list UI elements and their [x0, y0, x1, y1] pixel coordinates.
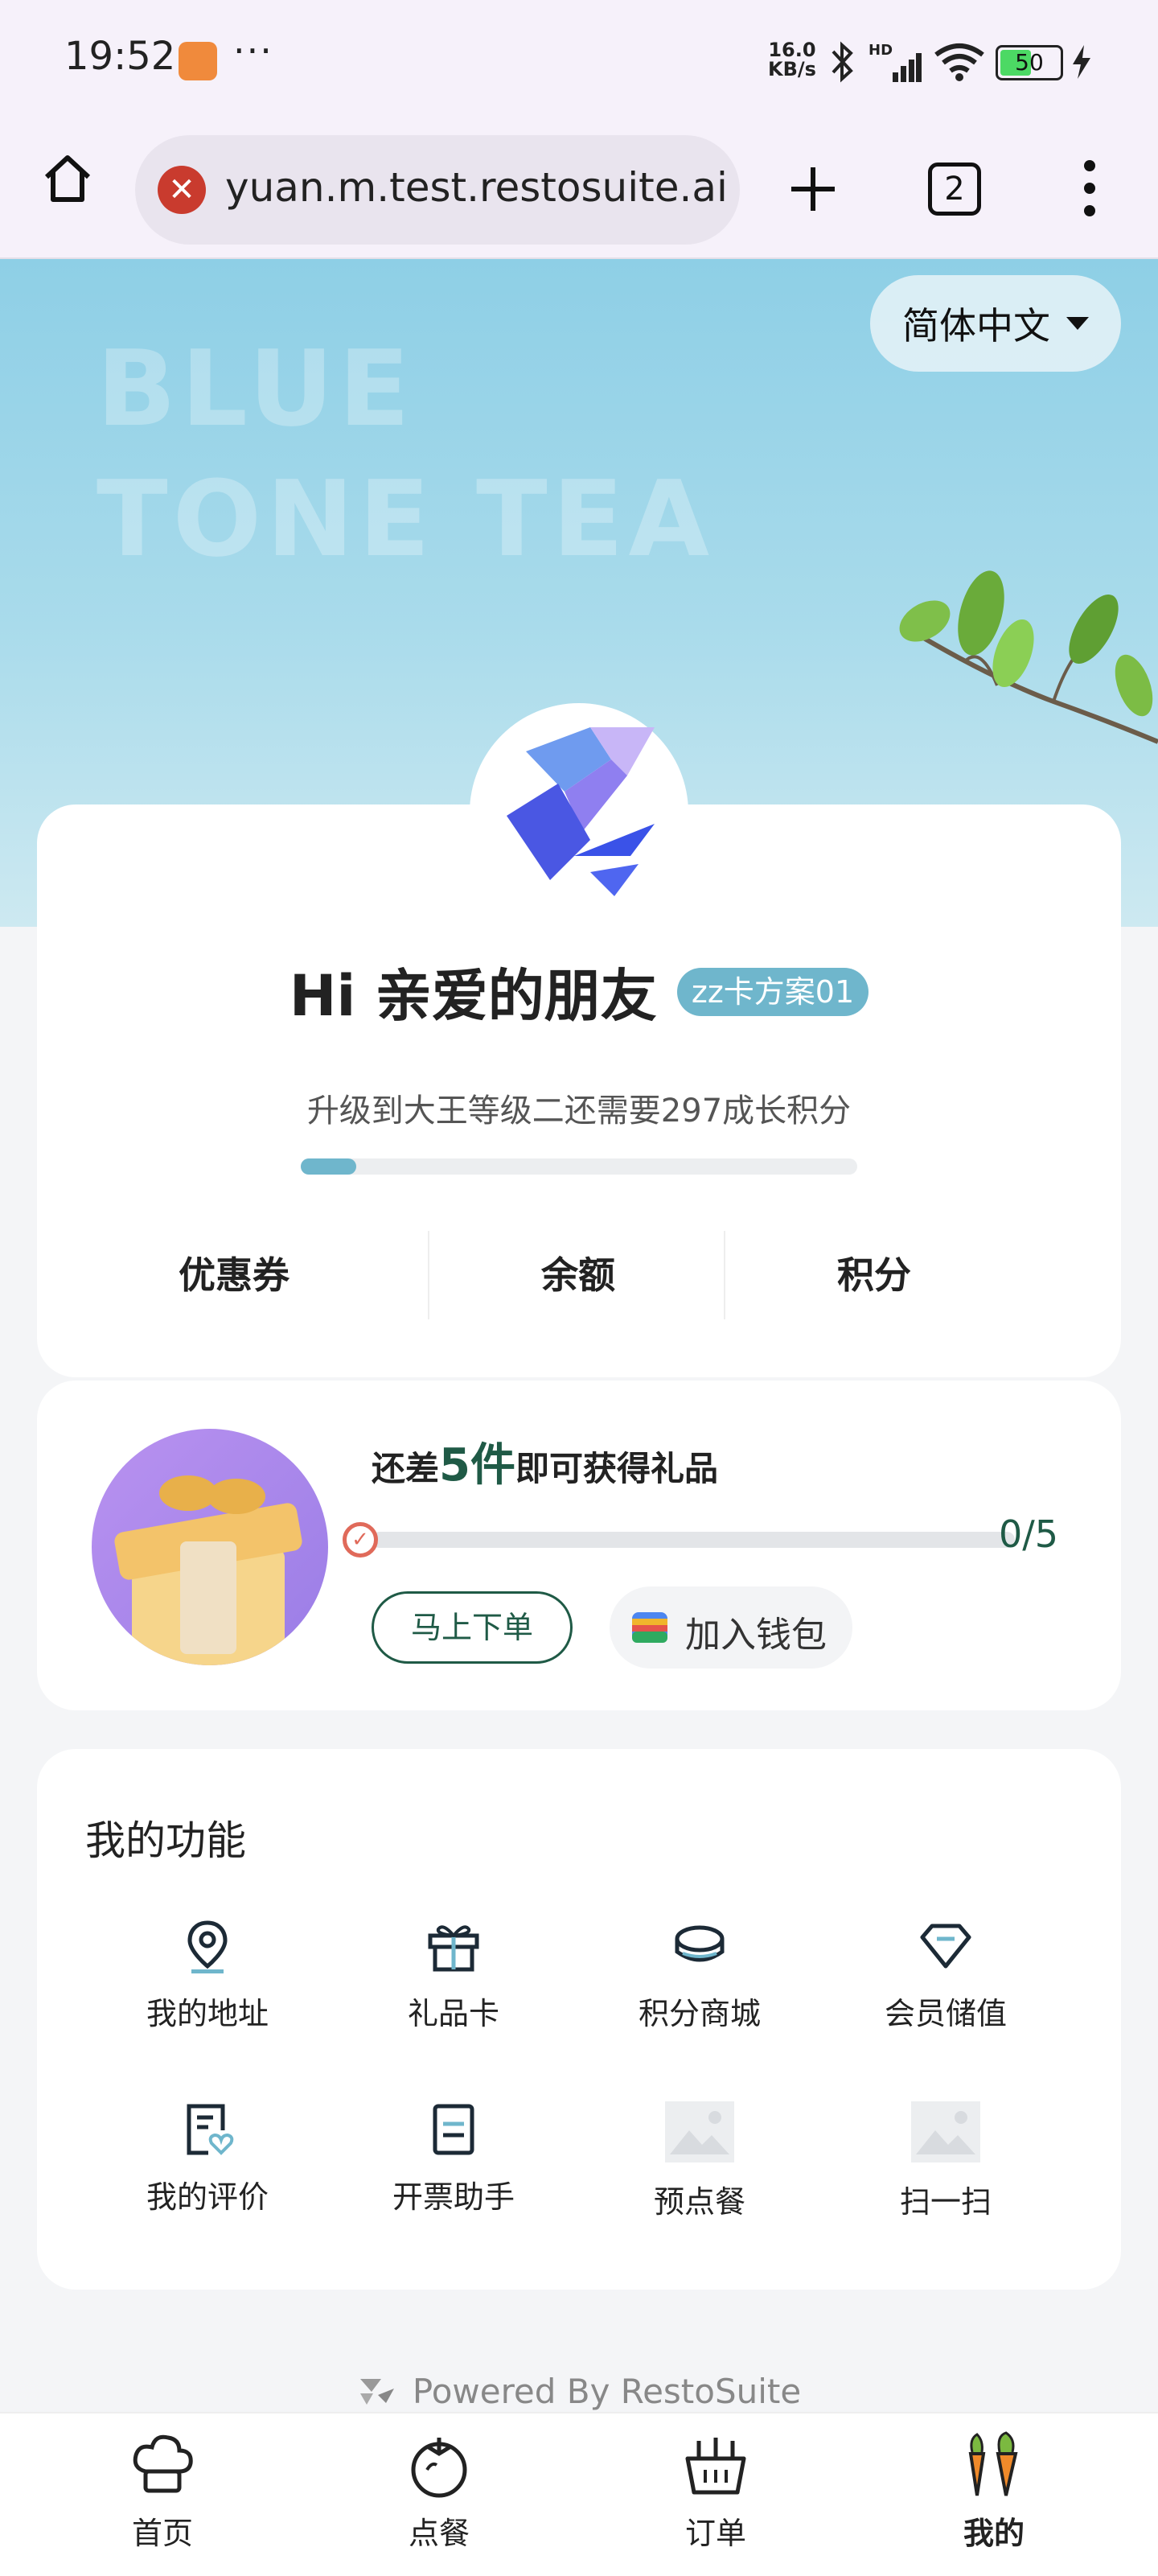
charging-icon	[1073, 45, 1090, 79]
function-label: 我的评价	[146, 2179, 269, 2215]
invoice-icon	[433, 2104, 474, 2155]
net-speed-unit: KB/s	[768, 58, 816, 80]
battery-icon: 50	[996, 45, 1063, 80]
image-placeholder-icon	[665, 2101, 734, 2162]
insecure-site-icon[interactable]: ✕	[158, 166, 206, 214]
nav-label: 点餐	[408, 2516, 470, 2551]
nav-home[interactable]: 首页	[82, 2430, 243, 2553]
gift-progress-start-icon: ✓	[343, 1522, 378, 1558]
powered-by-text: Powered By RestoSuite	[412, 2372, 802, 2411]
net-speed: 16.0 KB/s	[768, 40, 816, 79]
function-pre-order[interactable]: 预点餐	[611, 2101, 788, 2221]
function-scan[interactable]: 扫一扫	[857, 2101, 1034, 2221]
tab-count-button[interactable]: 2	[928, 163, 981, 216]
browser-toolbar: ✕ yuan.m.test.restosuite.ai 2	[0, 121, 1158, 259]
status-bar: 19:52 ··· 16.0 KB/s HD 50	[0, 0, 1158, 121]
nav-label: 首页	[131, 2516, 193, 2551]
gift-progress-count: 0/5	[999, 1512, 1059, 1556]
url-bar[interactable]: ✕ yuan.m.test.restosuite.ai	[135, 135, 740, 245]
carrots-icon	[968, 2431, 1018, 2496]
functions-card: 我的功能 我的地址 礼品卡 积分商城 会员储值 我的评价 开票助手 预点餐 扫一…	[37, 1749, 1121, 2290]
home-icon[interactable]	[39, 150, 96, 208]
gift-goal-count: 5件	[439, 1439, 515, 1492]
location-pin-icon	[187, 1920, 228, 1973]
review-heart-icon	[187, 2104, 234, 2155]
restosuite-small-logo-icon	[359, 2378, 394, 2405]
chevron-down-icon[interactable]	[1066, 317, 1089, 330]
status-time: 19:52	[64, 34, 176, 79]
function-label: 开票助手	[392, 2179, 515, 2215]
tea-leaves-image	[899, 570, 1158, 744]
function-label: 积分商城	[638, 1996, 761, 2031]
menu-dots-icon[interactable]	[1070, 156, 1110, 220]
function-my-reviews[interactable]: 我的评价	[119, 2101, 296, 2216]
gift-box-illustration	[114, 1475, 302, 1665]
function-label: 我的地址	[146, 1996, 269, 2031]
basket-icon	[685, 2438, 746, 2495]
diamond-icon	[920, 1924, 971, 1969]
add-to-wallet-label[interactable]: 加入钱包	[685, 1606, 827, 1657]
coupon-stat[interactable]: 优惠券	[133, 1231, 335, 1319]
nav-order-food[interactable]: 点餐	[359, 2430, 519, 2553]
avatar[interactable]	[470, 703, 688, 922]
brand-watermark: BLUE TONE TEA	[96, 327, 715, 580]
nav-label: 我的	[963, 2516, 1025, 2551]
url-text[interactable]: yuan.m.test.restosuite.ai	[225, 164, 728, 211]
upgrade-progress-fill	[301, 1158, 357, 1175]
powered-by: Powered By RestoSuite	[0, 2372, 1158, 2411]
gift-progress-bar	[372, 1532, 1015, 1548]
language-label[interactable]: 简体中文	[902, 297, 1050, 350]
member-badge: zz卡方案01	[676, 967, 869, 1016]
function-label: 扫一扫	[899, 2184, 992, 2220]
gift-goal-text: 还差5件即可获得礼品	[372, 1429, 718, 1494]
cell-signal-icon	[893, 53, 922, 82]
image-placeholder-icon	[911, 2101, 980, 2162]
battery-level: 50	[1015, 49, 1044, 76]
function-gift-card[interactable]: 礼品卡	[365, 1918, 542, 2033]
function-label: 预点餐	[653, 2184, 745, 2220]
upgrade-text: 升级到大王等级二还需要297成长积分	[306, 1093, 852, 1130]
gift-goal-suffix: 即可获得礼品	[515, 1449, 718, 1488]
gift-goal-prefix: 还差	[372, 1449, 440, 1488]
points-stat[interactable]: 积分	[774, 1231, 975, 1319]
bottom-nav: 首页 点餐 订单 我的	[0, 2412, 1158, 2576]
nav-label: 订单	[684, 2516, 746, 2551]
balance-stat[interactable]: 余额	[478, 1231, 679, 1319]
function-invoice-helper[interactable]: 开票助手	[365, 2101, 542, 2216]
language-selector[interactable]: 简体中文	[870, 275, 1121, 372]
coins-icon	[675, 1925, 725, 1962]
greeting-row: Hi 亲爱的朋友 zz卡方案01	[203, 951, 955, 1032]
gift-card: 还差5件即可获得礼品 ✓ 0/5 马上下单 加入钱包	[37, 1381, 1121, 1710]
function-label: 会员储值	[884, 1996, 1007, 2031]
more-notifications-icon: ···	[233, 29, 273, 72]
stats-row: 优惠券 余额 积分	[37, 1231, 1121, 1319]
gift-box-icon	[428, 1925, 479, 1972]
gift-image	[92, 1429, 328, 1665]
add-to-wallet-button[interactable]: 加入钱包	[610, 1586, 852, 1669]
stat-divider	[724, 1231, 725, 1319]
notification-app-icon	[179, 42, 217, 80]
wallet-icon	[632, 1612, 667, 1643]
wifi-icon	[934, 43, 984, 81]
order-now-button[interactable]: 马上下单	[372, 1591, 573, 1664]
net-speed-value: 16.0	[768, 39, 816, 61]
tomato-icon	[411, 2438, 467, 2498]
nav-orders[interactable]: 订单	[635, 2430, 796, 2553]
greeting-text: Hi 亲爱的朋友	[289, 963, 657, 1029]
function-label: 礼品卡	[407, 1996, 499, 2031]
functions-title: 我的功能	[85, 1817, 246, 1864]
new-tab-icon[interactable]	[785, 161, 841, 217]
stat-divider	[428, 1231, 429, 1319]
restosuite-logo-icon	[507, 727, 655, 896]
function-my-address[interactable]: 我的地址	[119, 1918, 296, 2033]
upgrade-progress-bar	[301, 1158, 857, 1175]
nav-mine[interactable]: 我的	[914, 2430, 1074, 2553]
chef-hat-icon	[133, 2434, 193, 2493]
bluetooth-icon	[832, 41, 853, 83]
function-member-topup[interactable]: 会员储值	[857, 1918, 1034, 2033]
function-points-mall[interactable]: 积分商城	[611, 1918, 788, 2033]
